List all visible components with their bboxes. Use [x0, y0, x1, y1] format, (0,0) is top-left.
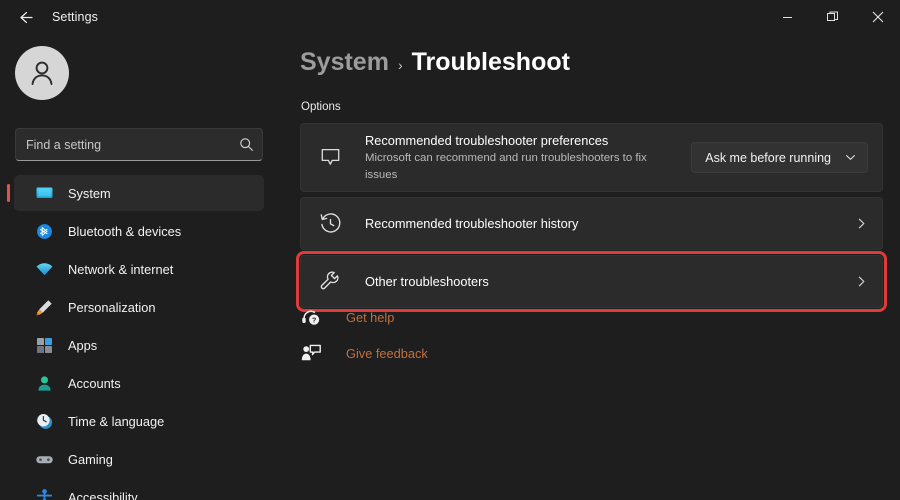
get-help-link[interactable]: ? Get help — [300, 302, 394, 332]
card-other-troubleshooters[interactable]: Other troubleshooters — [296, 251, 887, 313]
sidebar: System Bluetooth & devices — [0, 34, 278, 500]
window-title: Settings — [52, 10, 98, 24]
clock-icon — [34, 411, 54, 431]
sidebar-item-label: Bluetooth & devices — [68, 223, 182, 239]
accessibility-icon — [34, 487, 54, 500]
card-title: Recommended troubleshooter history — [365, 216, 579, 232]
card-title: Other troubleshooters — [365, 274, 489, 290]
speech-bubble-icon — [317, 145, 343, 171]
sidebar-item-personalization[interactable]: Personalization — [14, 289, 264, 325]
help-links: ? Get help Give feedback — [300, 302, 700, 374]
section-label-options: Options — [301, 101, 341, 113]
sidebar-item-label: Network & internet — [68, 261, 174, 277]
sidebar-item-network-internet[interactable]: Network & internet — [14, 251, 264, 287]
card-recommended-troubleshooter-history[interactable]: Recommended troubleshooter history — [300, 197, 883, 251]
link-label: Get help — [346, 309, 395, 325]
window-controls — [765, 0, 900, 34]
wifi-icon — [34, 259, 54, 279]
sidebar-item-bluetooth-devices[interactable]: Bluetooth & devices — [14, 213, 264, 249]
page-title: Troubleshoot — [411, 48, 570, 76]
sidebar-item-gaming[interactable]: Gaming — [14, 441, 264, 477]
sidebar-nav-list: System Bluetooth & devices Network & int… — [0, 175, 278, 500]
minimize-icon — [783, 16, 792, 18]
close-icon — [872, 11, 883, 23]
restore-button[interactable] — [810, 0, 855, 34]
sidebar-item-label: Personalization — [68, 299, 156, 315]
breadcrumb: System › Troubleshoot — [300, 48, 570, 77]
card-text: Recommended troubleshooter preferences M… — [365, 132, 679, 183]
close-button[interactable] — [855, 0, 900, 34]
history-icon — [317, 211, 343, 237]
chevron-right-icon — [855, 217, 868, 230]
sidebar-item-label: System — [68, 185, 111, 201]
card-text: Other troubleshooters — [365, 273, 845, 290]
account-icon — [34, 373, 54, 393]
dropdown-selected-value: Ask me before running — [705, 150, 831, 165]
svg-text:?: ? — [312, 318, 316, 325]
sidebar-item-label: Gaming — [68, 451, 113, 467]
back-button[interactable] — [8, 2, 42, 32]
gamepad-icon — [34, 449, 54, 469]
search-icon — [240, 138, 253, 151]
feedback-person-icon — [300, 342, 322, 364]
breadcrumb-parent[interactable]: System — [300, 48, 389, 77]
paintbrush-icon — [34, 297, 54, 317]
sidebar-item-label: Accessibility — [68, 489, 138, 500]
sidebar-item-apps[interactable]: Apps — [14, 327, 264, 363]
wrench-icon — [317, 269, 343, 295]
sidebar-item-accessibility[interactable]: Accessibility — [14, 479, 264, 500]
card-recommended-troubleshooter-preferences: Recommended troubleshooter preferences M… — [300, 123, 883, 193]
sidebar-item-label: Apps — [68, 337, 98, 353]
monitor-icon — [34, 183, 54, 203]
bluetooth-icon — [34, 221, 54, 241]
card-subtitle: Microsoft can recommend and run troubles… — [365, 152, 647, 181]
apps-grid-icon — [34, 335, 54, 355]
title-bar: Settings — [0, 0, 900, 34]
sidebar-item-accounts[interactable]: Accounts — [14, 365, 264, 401]
options-card-list: Recommended troubleshooter preferences M… — [296, 123, 887, 318]
link-label: Give feedback — [346, 345, 428, 361]
person-avatar-icon — [31, 61, 53, 85]
avatar[interactable] — [15, 46, 69, 100]
minimize-button[interactable] — [765, 0, 810, 34]
settings-window: Settings Find a setting System Bluetooth… — [0, 0, 900, 500]
sidebar-item-system[interactable]: System — [7, 175, 264, 211]
card-title: Recommended troubleshooter preferences — [365, 133, 609, 148]
help-headset-icon: ? — [300, 306, 322, 328]
search-box[interactable] — [15, 128, 263, 161]
chevron-down-icon — [846, 155, 855, 161]
chevron-right-icon — [855, 275, 868, 288]
arrow-left-icon — [19, 11, 33, 23]
card-text: Recommended troubleshooter history — [365, 215, 845, 232]
chevron-right-icon: › — [397, 56, 403, 73]
give-feedback-link[interactable]: Give feedback — [300, 338, 428, 368]
search-input[interactable] — [26, 137, 239, 152]
sidebar-item-time-language[interactable]: Time & language — [14, 403, 264, 439]
sidebar-item-label: Accounts — [68, 375, 121, 391]
sidebar-item-label: Time & language — [68, 413, 165, 429]
recommended-troubleshooter-preferences-dropdown[interactable]: Ask me before running — [691, 142, 868, 174]
restore-icon — [826, 11, 838, 21]
main-content: System › Troubleshoot Options Recommende… — [278, 34, 900, 500]
